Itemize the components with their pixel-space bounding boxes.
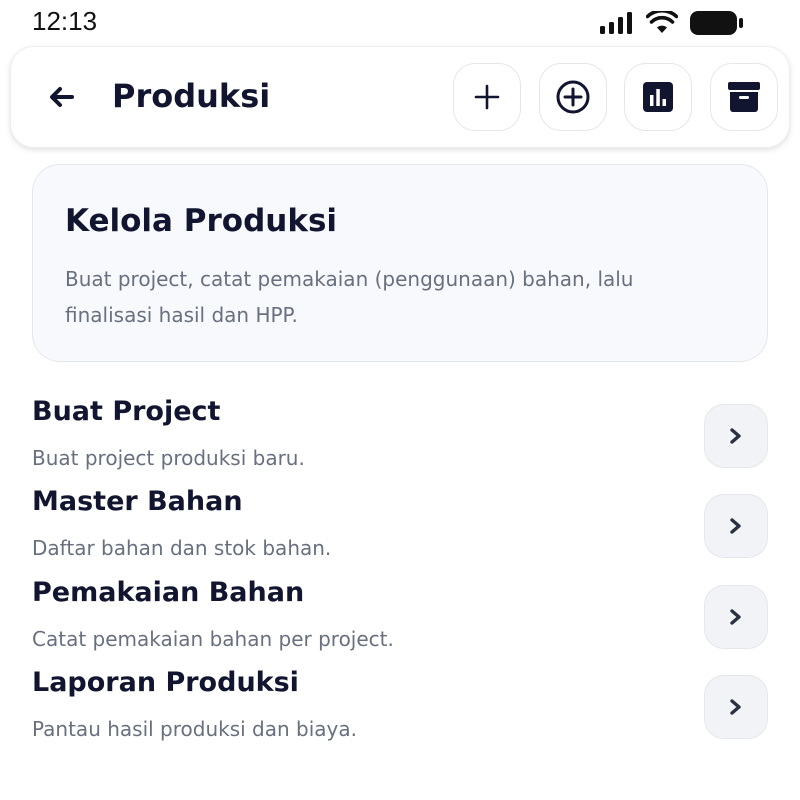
chevron-right-icon	[730, 699, 741, 715]
wifi-icon	[646, 11, 678, 33]
chevron-button[interactable]	[704, 404, 768, 468]
chevron-right-icon	[730, 518, 741, 534]
chevron-button[interactable]	[704, 585, 768, 649]
add-circle-button[interactable]	[539, 63, 607, 131]
page-title: Produksi	[112, 77, 271, 115]
menu-item-master-bahan[interactable]: Master Bahan Daftar bahan dan stok bahan…	[32, 486, 768, 566]
arrow-left-icon	[50, 87, 74, 107]
status-icons	[600, 10, 744, 36]
menu-item-subtitle: Pantau hasil produksi dan biaya.	[32, 717, 357, 741]
menu-item-subtitle: Catat pemakaian bahan per project.	[32, 627, 394, 651]
back-button[interactable]	[41, 77, 81, 117]
intro-description: Buat project, catat pemakaian (penggunaa…	[65, 267, 634, 327]
menu-item-title: Pemakaian Bahan	[32, 577, 305, 608]
chevron-right-icon	[730, 428, 741, 444]
app-bar: Produksi	[10, 46, 790, 148]
intro-title: Kelola Produksi	[65, 203, 338, 239]
menu-item-subtitle: Daftar bahan dan stok bahan.	[32, 536, 332, 560]
circle-plus-icon	[556, 80, 590, 114]
menu-item-laporan-produksi[interactable]: Laporan Produksi Pantau hasil produksi d…	[32, 667, 768, 747]
menu-item-buat-project[interactable]: Buat Project Buat project produksi baru.	[32, 396, 768, 476]
menu-item-pemakaian-bahan[interactable]: Pemakaian Bahan Catat pemakaian bahan pe…	[32, 577, 768, 657]
archive-icon	[728, 82, 760, 112]
plus-icon	[474, 84, 500, 110]
report-button[interactable]	[624, 63, 692, 131]
add-button[interactable]	[453, 63, 521, 131]
menu-item-title: Buat Project	[32, 396, 221, 427]
status-time: 12:13	[32, 6, 98, 36]
battery-icon	[690, 11, 743, 35]
chevron-button[interactable]	[704, 675, 768, 739]
intro-card: Kelola Produksi Buat project, catat pema…	[32, 164, 768, 362]
menu-item-title: Master Bahan	[32, 486, 243, 517]
status-bar: 12:13	[0, 0, 800, 44]
chevron-right-icon	[730, 609, 741, 625]
menu-item-subtitle: Buat project produksi baru.	[32, 446, 305, 470]
archive-button[interactable]	[710, 63, 778, 131]
signal-icon	[600, 12, 632, 34]
chevron-button[interactable]	[704, 494, 768, 558]
bar-chart-icon	[643, 82, 673, 112]
menu-item-title: Laporan Produksi	[32, 667, 299, 698]
